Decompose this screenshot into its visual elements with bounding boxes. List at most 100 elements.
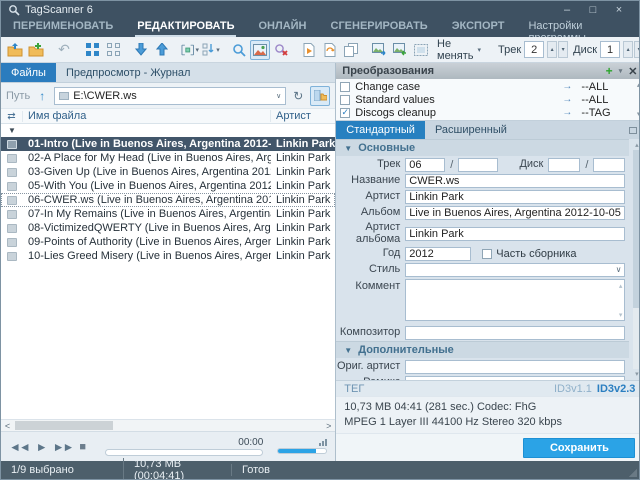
search-button[interactable]: [229, 40, 249, 60]
tag-id3v1[interactable]: ID3v1.1: [554, 383, 592, 395]
scroll-down-icon[interactable]: ▾: [635, 370, 639, 378]
transform-item[interactable]: Change case → --ALL: [340, 80, 627, 93]
tab-standard[interactable]: Стандартный: [336, 121, 425, 139]
compilation-checkbox[interactable]: Часть сборника: [482, 248, 576, 260]
transform-item[interactable]: ✓ Discogs cleanup → --TAG: [340, 106, 627, 119]
menu-online[interactable]: ОНЛАЙН: [256, 19, 308, 35]
menu-edit[interactable]: РЕДАКТИРОВАТЬ: [135, 19, 236, 37]
file-row[interactable]: 06-CWER.ws (Live in Buenos Aires, Argent…: [1, 193, 335, 207]
scroll-down-icon[interactable]: ▾: [619, 311, 623, 319]
file-row[interactable]: 02-A Place for My Head (Live in Buenos A…: [1, 151, 335, 165]
resize-grip[interactable]: [629, 469, 637, 477]
checkbox-unchecked[interactable]: [340, 82, 350, 92]
scroll-right-icon[interactable]: >: [322, 421, 335, 431]
stop-button[interactable]: ■: [79, 441, 86, 453]
add-folder-button[interactable]: [26, 40, 46, 60]
close-transforms-icon[interactable]: ✕: [628, 65, 637, 78]
preview-toggle-button[interactable]: [250, 40, 270, 60]
group-collapse-row[interactable]: ▼: [1, 124, 335, 137]
artist-input[interactable]: [405, 190, 625, 204]
play-file-button[interactable]: [299, 40, 319, 60]
file-row[interactable]: 10-Lies Greed Misery (Live in Buenos Air…: [1, 249, 335, 263]
checkbox-checked[interactable]: ✓: [340, 108, 350, 118]
disc-value[interactable]: 1: [600, 41, 620, 58]
open-folder-button[interactable]: [5, 40, 25, 60]
rewind-button[interactable]: ◄◄: [9, 440, 29, 454]
section-extra[interactable]: ▼ Дополнительные: [336, 341, 629, 358]
move-down-button[interactable]: [131, 40, 151, 60]
file-row[interactable]: 05-With You (Live in Buenos Aires, Argen…: [1, 179, 335, 193]
selection-mode-button[interactable]: ▾: [180, 40, 200, 60]
menu-generate[interactable]: СГЕНЕРИРОВАТЬ: [329, 19, 430, 35]
play-button[interactable]: ►: [36, 440, 46, 454]
file-row[interactable]: 08-VictimizedQWERTY (Live in Buenos Aire…: [1, 221, 335, 235]
maximize-button[interactable]: □: [587, 4, 599, 16]
disc-spin-up-icon[interactable]: ▴: [623, 41, 633, 58]
move-up-button[interactable]: [152, 40, 172, 60]
track-value[interactable]: 2: [524, 41, 544, 58]
path-combobox[interactable]: E:\CWER.ws ∨: [54, 87, 286, 105]
copy-tags-button[interactable]: [341, 40, 361, 60]
checkbox-unchecked[interactable]: [340, 95, 350, 105]
tab-preview-log[interactable]: Предпросмотр - Журнал: [56, 63, 201, 82]
folder-up-icon[interactable]: ↑: [34, 89, 50, 103]
track-spin-up-icon[interactable]: ▴: [547, 41, 557, 58]
track-spin-down-icon[interactable]: ▾: [558, 41, 568, 58]
title-input[interactable]: [405, 174, 625, 188]
shuffle-icon[interactable]: ⇄: [1, 111, 23, 122]
menu-rename[interactable]: ПЕРЕИМЕНОВАТЬ: [11, 19, 115, 35]
transform-item[interactable]: Standard values → --ALL: [340, 93, 627, 106]
album-input[interactable]: [405, 206, 625, 220]
tag-id3v2[interactable]: ID3v2.3: [597, 383, 636, 395]
disc-total-input[interactable]: [593, 158, 625, 172]
file-row[interactable]: 09-Points of Authority (Live in Buenos A…: [1, 235, 335, 249]
select-all-button[interactable]: [82, 40, 102, 60]
scroll-left-icon[interactable]: <: [1, 421, 14, 431]
track-total-input[interactable]: [458, 158, 498, 172]
album-artist-input[interactable]: [405, 227, 625, 241]
minimize-button[interactable]: –: [561, 4, 573, 16]
import-artwork-button[interactable]: [369, 40, 389, 60]
tab-files[interactable]: Файлы: [1, 63, 56, 82]
panel-expand-icon[interactable]: [629, 127, 637, 134]
sort-button[interactable]: ▾: [201, 40, 221, 60]
scroll-up-icon[interactable]: ▴: [635, 141, 639, 149]
column-artist[interactable]: Артист: [271, 110, 335, 122]
disc-spin-down-icon[interactable]: ▾: [634, 41, 640, 58]
column-filename[interactable]: Имя файла: [23, 110, 271, 122]
artwork-mode-dropdown[interactable]: Не менять ▾: [432, 41, 486, 59]
scroll-up-icon[interactable]: ▴: [619, 282, 623, 290]
section-main[interactable]: ▼ Основные: [336, 139, 629, 156]
remix-input[interactable]: [405, 376, 625, 380]
form-scrollbar[interactable]: ▴ ▾: [632, 141, 640, 378]
volume-slider[interactable]: [277, 448, 327, 454]
composer-input[interactable]: [405, 326, 625, 340]
transform-menu-icon[interactable]: ▾: [619, 67, 623, 75]
file-row[interactable]: 07-In My Remains (Live in Buenos Aires, …: [1, 207, 335, 221]
add-transform-icon[interactable]: +: [606, 64, 613, 78]
refresh-icon[interactable]: ↻: [290, 89, 306, 103]
tab-extended[interactable]: Расширенный: [425, 121, 517, 139]
close-button[interactable]: ×: [613, 4, 625, 16]
horizontal-scrollbar[interactable]: < >: [1, 419, 335, 431]
export-artwork-button[interactable]: [390, 40, 410, 60]
year-input[interactable]: [405, 247, 471, 261]
disc-input[interactable]: [548, 158, 580, 172]
folder-tree-toggle[interactable]: [310, 86, 330, 106]
genre-select[interactable]: ∨: [405, 263, 625, 277]
scrollbar-thumb[interactable]: [633, 150, 640, 308]
caret-down-icon[interactable]: ∨: [276, 92, 281, 100]
deselect-all-button[interactable]: [103, 40, 123, 60]
seek-slider[interactable]: [105, 449, 263, 456]
checkbox-unchecked[interactable]: [482, 249, 492, 259]
comment-textarea[interactable]: [405, 279, 625, 321]
file-row[interactable]: 01-Intro (Live in Buenos Aires, Argentin…: [1, 137, 335, 151]
menu-export[interactable]: ЭКСПОРТ: [450, 19, 507, 35]
scrollbar-thumb[interactable]: [15, 421, 113, 430]
file-row[interactable]: 03-Given Up (Live in Buenos Aires, Argen…: [1, 165, 335, 179]
clear-search-button[interactable]: [271, 40, 291, 60]
forward-button[interactable]: ►►: [53, 440, 73, 454]
undo-icon[interactable]: ↶: [54, 40, 74, 60]
orig-artist-input[interactable]: [405, 360, 625, 374]
artwork-frame-button[interactable]: [411, 40, 431, 60]
